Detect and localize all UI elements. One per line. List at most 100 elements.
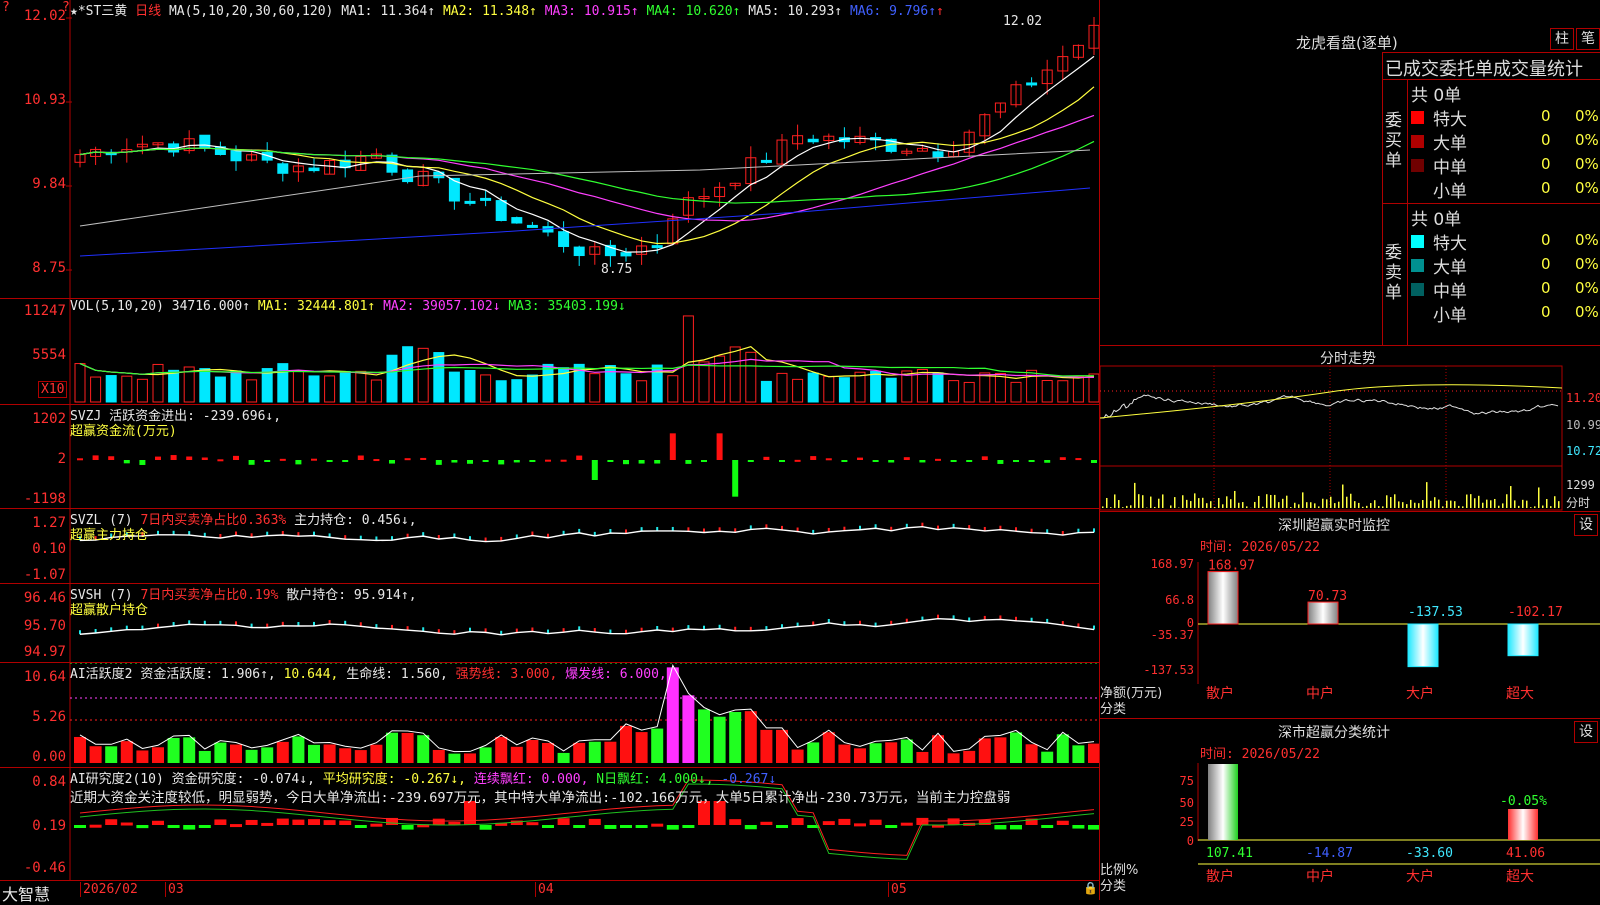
tick-view-button[interactable]: 笔 bbox=[1576, 28, 1600, 50]
lock-icon[interactable]: 🔒 bbox=[1083, 881, 1098, 895]
candle-body bbox=[231, 151, 241, 161]
sz-monitor-chart[interactable]: 168.9766.80-35.37-137.53168.97散户70.73中户-… bbox=[1100, 512, 1600, 718]
fund-flow-bar bbox=[498, 460, 504, 464]
fund-flow-bar bbox=[717, 433, 723, 460]
bar-value-label: -33.60 bbox=[1406, 846, 1453, 861]
svsh-axis-label: 95.70 bbox=[0, 618, 66, 634]
intraday-volume-bar bbox=[1494, 499, 1496, 508]
order-count: 0 bbox=[1541, 179, 1551, 197]
volume-bar bbox=[730, 347, 740, 402]
intraday-volume-bar bbox=[1122, 507, 1124, 508]
order-size-swatch bbox=[1411, 183, 1424, 196]
sz-monitor-panel[interactable]: 深圳超赢实时监控 设 时间: 2026/05/22 168.9766.80-35… bbox=[1100, 511, 1600, 718]
intraday-volume-bar bbox=[1266, 494, 1268, 508]
intraday-volume-bar bbox=[1398, 501, 1400, 508]
intraday-volume-bar bbox=[1390, 497, 1392, 508]
intraday-volume-bar bbox=[1450, 501, 1452, 508]
price-panel[interactable]: ? ? ★*ST三黄 日线 MA(5,10,20,30,60,120) MA1:… bbox=[0, 0, 1100, 299]
volume-bar bbox=[231, 371, 241, 402]
tab-orders[interactable]: 委托单 bbox=[1439, 55, 1493, 81]
svzl-axis-label: 0.10 bbox=[0, 541, 66, 557]
active-bar bbox=[698, 709, 710, 763]
tab-stats[interactable]: 统计 bbox=[1547, 55, 1583, 81]
tab-volume[interactable]: 成交量 bbox=[1493, 55, 1547, 81]
ma3-line bbox=[80, 115, 1094, 221]
active-bar bbox=[433, 750, 445, 763]
fund-flow-bar bbox=[529, 460, 535, 462]
volume-bar bbox=[106, 376, 116, 402]
category-bar bbox=[1408, 624, 1438, 667]
active-bar bbox=[994, 737, 1006, 763]
fund-flow-bar bbox=[888, 460, 894, 462]
category-label: 中户 bbox=[1306, 868, 1334, 885]
order-size-name: 特大 bbox=[1433, 229, 1467, 254]
axis-label: 75 bbox=[1180, 774, 1194, 788]
volume-bar bbox=[512, 380, 522, 402]
ai-active-panel[interactable]: AI活跃度2 资金活跃度: 1.906↑, 10.644, 生命线: 1.560… bbox=[0, 663, 1100, 768]
intraday-panel[interactable]: 分时走势 11.20 10.99 10.72 1299 分时 bbox=[1100, 345, 1600, 511]
volume-chart[interactable] bbox=[0, 299, 1100, 404]
volume-bar bbox=[527, 375, 537, 402]
intraday-volume-bar bbox=[1518, 506, 1520, 508]
research-bar bbox=[667, 825, 679, 830]
order-percent: 0% bbox=[1575, 107, 1599, 125]
order-percent: 0% bbox=[1575, 231, 1599, 249]
active-bar bbox=[214, 743, 226, 763]
research-bar bbox=[854, 823, 866, 826]
research-bar bbox=[1057, 821, 1069, 825]
intraday-axis-label: 11.20 bbox=[1566, 391, 1600, 405]
volume-bar bbox=[839, 378, 849, 402]
fund-flow-bar bbox=[514, 460, 520, 462]
intraday-volume-bar bbox=[1302, 492, 1304, 508]
period-label[interactable]: 日线 bbox=[135, 4, 161, 19]
order-percent: 0% bbox=[1575, 131, 1599, 149]
fund-flow-bar bbox=[607, 460, 613, 462]
fund-flow-bar bbox=[561, 460, 567, 462]
ai-research-header: AI研究度2(10) 资金研究度: -0.074↓, 平均研究度: -0.267… bbox=[70, 768, 776, 787]
longhu-panel: 龙虎看盘(逐单) 柱 笔 已成交 委托单 成交量 统计 委买单 共 0单 特大0… bbox=[1100, 0, 1600, 345]
fund-flow-bar bbox=[857, 458, 863, 460]
volume-bar bbox=[200, 369, 210, 402]
intraday-volume-bar bbox=[1534, 506, 1536, 508]
intraday-volume-bar bbox=[1102, 506, 1104, 508]
tab-filled[interactable]: 已成交 bbox=[1385, 55, 1439, 81]
intraday-volume-bar bbox=[1130, 505, 1132, 508]
vol-axis-label: 5554 bbox=[0, 347, 66, 363]
intraday-volume-bar bbox=[1274, 495, 1276, 508]
intraday-volume-bar bbox=[1418, 503, 1420, 508]
intraday-chart[interactable] bbox=[1100, 346, 1600, 511]
svzl-panel[interactable]: SVZL (7) 7日内买卖净占比0.363% 主力持仓: 0.456↓, 超赢… bbox=[0, 509, 1100, 584]
fund-flow-bar bbox=[327, 460, 333, 462]
volume-bar bbox=[949, 381, 959, 402]
fund-flow-bar bbox=[77, 458, 83, 460]
intraday-volume-bar bbox=[1506, 494, 1508, 508]
intraday-volume-bar bbox=[1502, 503, 1504, 508]
candle-body bbox=[761, 160, 771, 162]
bar-view-button[interactable]: 柱 bbox=[1550, 28, 1574, 50]
ai-research-panel[interactable]: AI研究度2(10) 资金研究度: -0.074↓, 平均研究度: -0.267… bbox=[0, 768, 1100, 881]
svzj-panel[interactable]: SVZJ 活跃资金进出: -239.696↓, 超赢资金流(万元) 1202 2… bbox=[0, 405, 1100, 509]
candlestick-chart[interactable] bbox=[0, 0, 1100, 298]
intraday-volume-bar bbox=[1234, 491, 1236, 508]
intraday-volume-bar bbox=[1490, 500, 1492, 508]
intraday-volume-bar bbox=[1546, 499, 1548, 508]
svsh-panel[interactable]: SVSH (7) 7日内买卖净占比0.19% 散户持仓: 95.914↑, 超赢… bbox=[0, 584, 1100, 663]
volume-panel[interactable]: VOL(5,10,20) 34716.000↑ MA1: 32444.801↑ … bbox=[0, 299, 1100, 405]
sz-stats-chart[interactable]: 7550250-0.05%107.41散户-14.87中户-33.60大户41.… bbox=[1100, 719, 1600, 901]
low-marker: 8.75 bbox=[601, 262, 632, 277]
fund-flow-bar bbox=[249, 460, 255, 465]
intraday-volume-bar bbox=[1202, 498, 1204, 508]
volume-bar bbox=[169, 370, 179, 402]
fund-flow-bar bbox=[904, 457, 910, 460]
volume-bar bbox=[496, 381, 506, 402]
research-bar bbox=[199, 825, 211, 828]
stock-name[interactable]: ★*ST三黄 bbox=[70, 4, 127, 19]
volume-bar bbox=[871, 371, 881, 402]
intraday-volume-bar bbox=[1194, 493, 1196, 508]
active-bar bbox=[370, 745, 382, 763]
fund-flow-bar bbox=[1044, 460, 1050, 463]
fund-flow-bar bbox=[701, 460, 707, 462]
intraday-volume-bar bbox=[1322, 499, 1324, 508]
sz-stats-panel[interactable]: 深市超赢分类统计 设 时间: 2026/05/22 7550250-0.05%1… bbox=[1100, 718, 1600, 901]
fund-flow-bar bbox=[389, 460, 395, 464]
